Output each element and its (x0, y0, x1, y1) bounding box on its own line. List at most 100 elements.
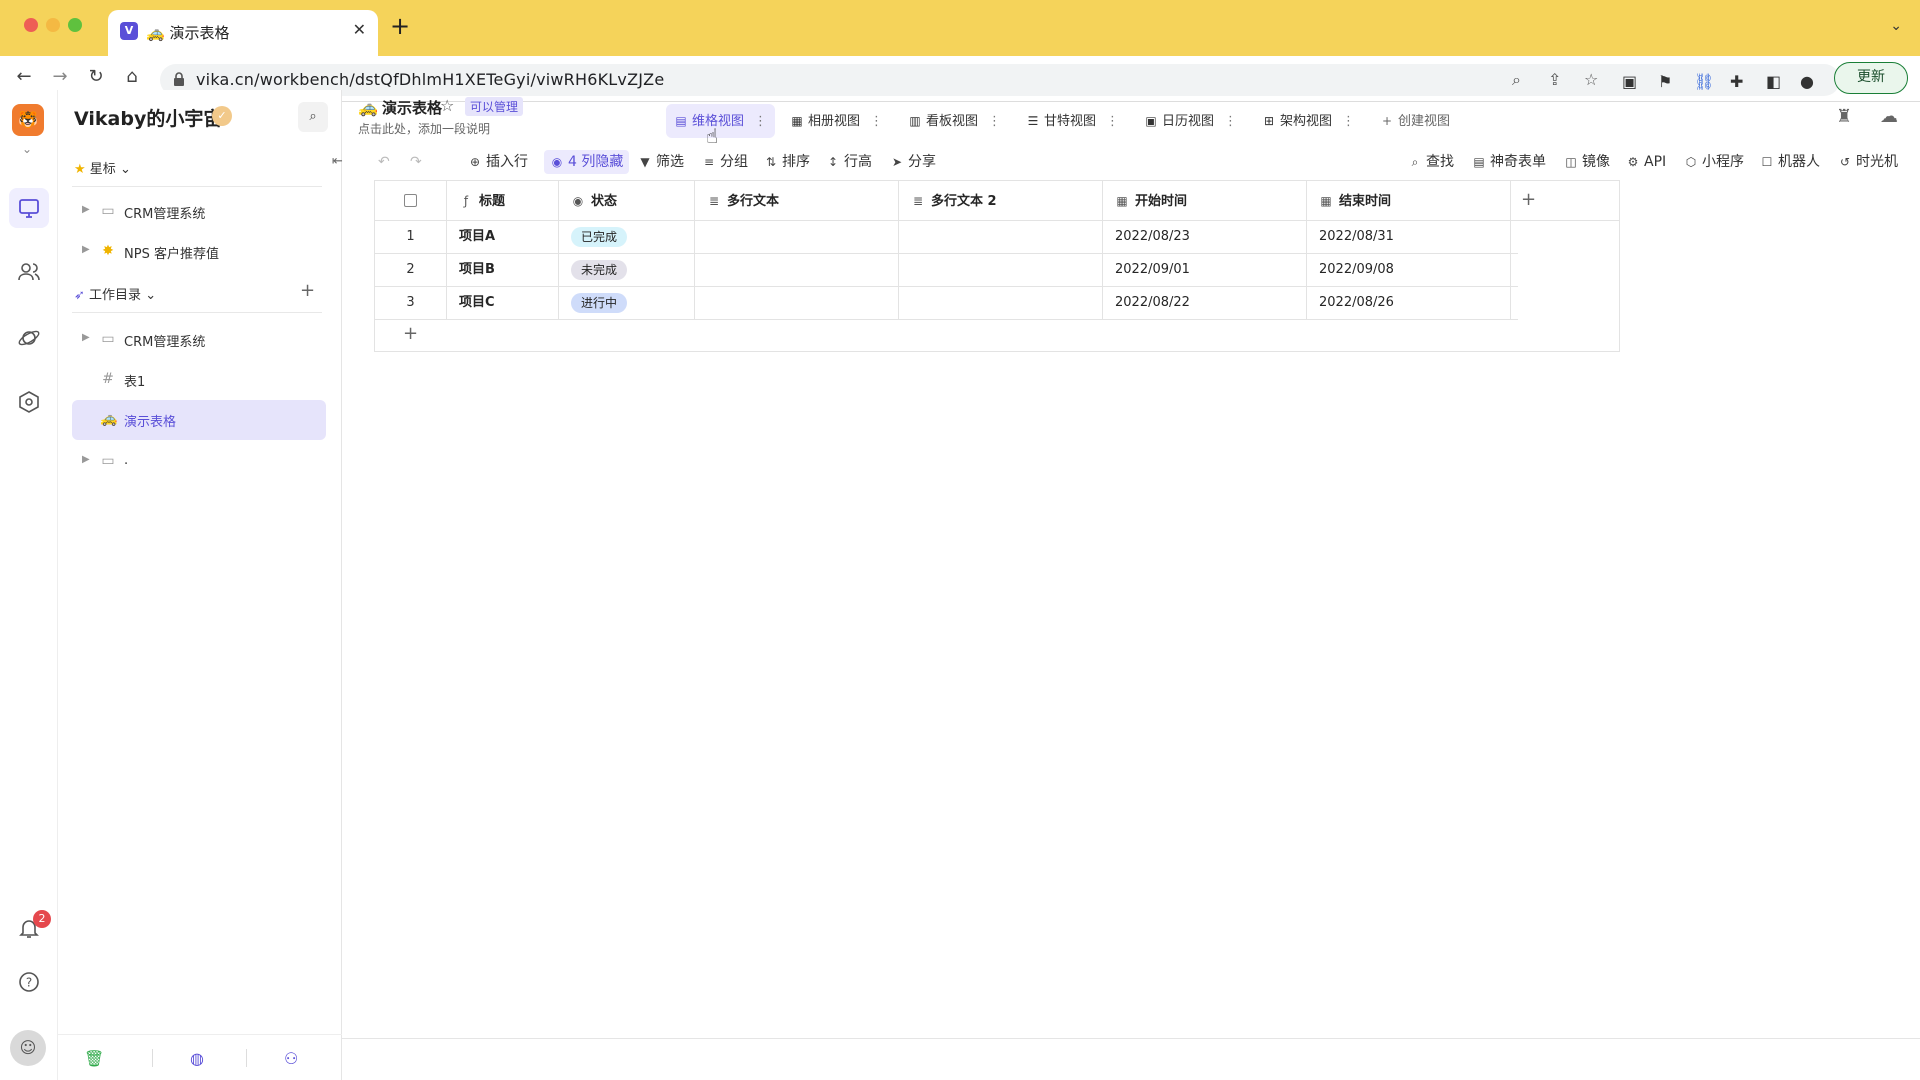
chevron-down-icon[interactable]: ⌄ (22, 142, 32, 156)
home-icon[interactable]: ⌂ (120, 66, 144, 87)
help-icon[interactable]: ? (17, 970, 41, 994)
tab-gallery-view[interactable]: ▦ 相册视图 ⋮ (790, 104, 883, 138)
filter-button[interactable]: ▼ 筛选 (638, 150, 684, 174)
space-name[interactable]: Vikaby的小宇宙 (74, 104, 222, 131)
browser-tab[interactable]: V 🚕 演示表格 ✕ (108, 10, 378, 56)
share-page-icon[interactable]: ⇪ (1548, 70, 1561, 89)
expand-arrow-icon[interactable]: ▶ (82, 204, 90, 215)
sync-cloud-icon[interactable]: ☁ (1880, 106, 1898, 127)
redo-icon[interactable]: ↷ (410, 150, 422, 174)
time-machine-button[interactable]: ↺ 时光机 (1838, 150, 1898, 174)
cell-multiline-text[interactable] (695, 221, 899, 253)
invite-member-icon[interactable]: ⚇ (284, 1049, 298, 1068)
column-header-end-time[interactable]: ▦ 结束时间 (1307, 181, 1511, 220)
side-panel-icon[interactable]: ◧ (1766, 72, 1781, 91)
sort-button[interactable]: ⇅ 排序 (764, 150, 810, 174)
column-header-multiline-text[interactable]: ≣ 多行文本 (695, 181, 899, 220)
form-button[interactable]: ▤ 神奇表单 (1472, 150, 1546, 174)
widget-button[interactable]: ⬡ 小程序 (1684, 150, 1744, 174)
cell-start-time[interactable]: 2022/08/22 (1103, 287, 1307, 319)
cell-multiline-text-2[interactable] (899, 221, 1103, 253)
table-row[interactable]: 3 项目C 进行中 2022/08/22 2022/08/26 (375, 287, 1518, 320)
share-button[interactable]: ➤ 分享 (890, 150, 936, 174)
templates-planet-icon[interactable] (17, 326, 41, 350)
expand-arrow-icon[interactable]: ▶ (82, 244, 90, 255)
cell-status[interactable]: 已完成 (559, 221, 695, 253)
workdir-item-crm[interactable]: ▶ ▭ CRM管理系统 (72, 320, 326, 360)
cell-start-time[interactable]: 2022/08/23 (1103, 221, 1307, 253)
new-tab-icon[interactable]: + (390, 14, 410, 38)
add-column-icon[interactable]: + (1521, 189, 1536, 210)
expand-arrow-icon[interactable]: ▶ (82, 332, 90, 343)
column-header-title[interactable]: ƒ 标题 (447, 181, 559, 220)
mirror-button[interactable]: ◫ 镜像 (1564, 150, 1610, 174)
extension-image-icon[interactable]: ▣ (1622, 72, 1637, 91)
templates-planet-icon[interactable]: ◍ (190, 1049, 204, 1068)
collaborator-avatar-icon[interactable]: ♜ (1836, 106, 1852, 127)
group-button[interactable]: ≡ 分组 (702, 150, 748, 174)
page-description[interactable]: 点击此处，添加一段说明 (358, 120, 490, 137)
tab-gantt-view[interactable]: ☰ 甘特视图 ⋮ (1026, 104, 1119, 138)
insert-row-button[interactable]: ⊕ 插入行 (468, 150, 528, 174)
user-avatar[interactable]: ☺ (10, 1030, 46, 1066)
profile-avatar-icon[interactable]: ● (1800, 72, 1814, 91)
back-icon[interactable]: ← (12, 66, 36, 87)
page-title[interactable]: 演示表格 (382, 97, 442, 118)
cell-title[interactable]: 项目B (447, 254, 559, 286)
extensions-puzzle-icon[interactable]: ✚ (1730, 72, 1743, 91)
cell-title[interactable]: 项目A (447, 221, 559, 253)
extension-flag-icon[interactable]: ⚑ (1658, 72, 1672, 91)
minimize-window-button[interactable] (46, 18, 60, 32)
table-row[interactable]: 1 项目A 已完成 2022/08/23 2022/08/31 (375, 221, 1518, 254)
cell-multiline-text-2[interactable] (899, 287, 1103, 319)
address-bar[interactable]: vika.cn/workbench/dstQfDhlmH1XETeGyi/viw… (160, 64, 1840, 96)
cell-multiline-text[interactable] (695, 254, 899, 286)
undo-icon[interactable]: ↶ (378, 150, 390, 174)
workbench-icon[interactable] (17, 196, 41, 220)
cell-end-time[interactable]: 2022/09/08 (1307, 254, 1511, 286)
reload-icon[interactable]: ↻ (84, 66, 108, 87)
url-text[interactable]: vika.cn/workbench/dstQfDhlmH1XETeGyi/viw… (196, 70, 664, 89)
workdir-item-demo-table[interactable]: 🚕 演示表格 (72, 400, 326, 440)
cell-multiline-text[interactable] (695, 287, 899, 319)
favorite-star-icon[interactable]: ☆ (440, 96, 454, 115)
row-height-button[interactable]: ↕ 行高 (826, 150, 872, 174)
hidden-columns-button[interactable]: ◉ 4 列隐藏 (544, 150, 630, 174)
cell-multiline-text-2[interactable] (899, 254, 1103, 286)
column-header-status[interactable]: ◉ 状态 (559, 181, 695, 220)
close-window-button[interactable] (24, 18, 38, 32)
tab-kanban-view[interactable]: ▥ 看板视图 ⋮ (908, 104, 1001, 138)
find-button[interactable]: ⌕ 查找 (1408, 150, 1454, 174)
add-row-icon[interactable]: + (403, 323, 418, 344)
members-icon[interactable] (17, 260, 41, 284)
bookmark-star-icon[interactable]: ☆ (1584, 70, 1598, 89)
sidebar-search-button[interactable]: ⌕ (298, 102, 328, 132)
favorites-header[interactable]: ★ 星标 ⌄ (74, 158, 131, 177)
workdir-header[interactable]: ➶ 工作目录 ⌄ (74, 284, 156, 303)
tab-calendar-view[interactable]: ▣ 日历视图 ⋮ (1144, 104, 1237, 138)
favorite-item-crm[interactable]: ▶ ▭ CRM管理系统 (72, 192, 326, 232)
update-button[interactable]: 更新 (1834, 62, 1908, 94)
cell-status[interactable]: 进行中 (559, 287, 695, 319)
trash-icon[interactable]: 🗑 (84, 1049, 104, 1068)
tab-search-icon[interactable]: ⌄ (1890, 18, 1902, 34)
more-vertical-icon[interactable]: ⋮ (988, 105, 1001, 139)
forward-icon[interactable]: → (48, 66, 72, 87)
cell-start-time[interactable]: 2022/09/01 (1103, 254, 1307, 286)
robot-button[interactable]: ☐ 机器人 (1760, 150, 1820, 174)
workdir-item-dot-folder[interactable]: ▶ ▭ . (72, 442, 326, 482)
tab-close-icon[interactable]: ✕ (353, 20, 366, 39)
workdir-item-table1[interactable]: # 表1 (72, 360, 326, 400)
more-vertical-icon[interactable]: ⋮ (1106, 105, 1119, 139)
cell-title[interactable]: 项目C (447, 287, 559, 319)
cell-status[interactable]: 未完成 (559, 254, 695, 286)
zoom-icon[interactable]: ⌕ (1512, 70, 1521, 90)
tab-architecture-view[interactable]: ⊞ 架构视图 ⋮ (1262, 104, 1355, 138)
tab-grid-view[interactable]: ▤ 维格视图 ⋮ (666, 104, 776, 139)
space-logo-icon[interactable]: 🐯 (12, 104, 44, 136)
cell-end-time[interactable]: 2022/08/26 (1307, 287, 1511, 319)
extension-link-icon[interactable]: ⛓ (1694, 72, 1714, 91)
more-vertical-icon[interactable]: ⋮ (754, 105, 767, 139)
more-vertical-icon[interactable]: ⋮ (1224, 105, 1237, 139)
favorite-item-nps[interactable]: ▶ ✸ NPS 客户推荐值 (72, 232, 326, 272)
